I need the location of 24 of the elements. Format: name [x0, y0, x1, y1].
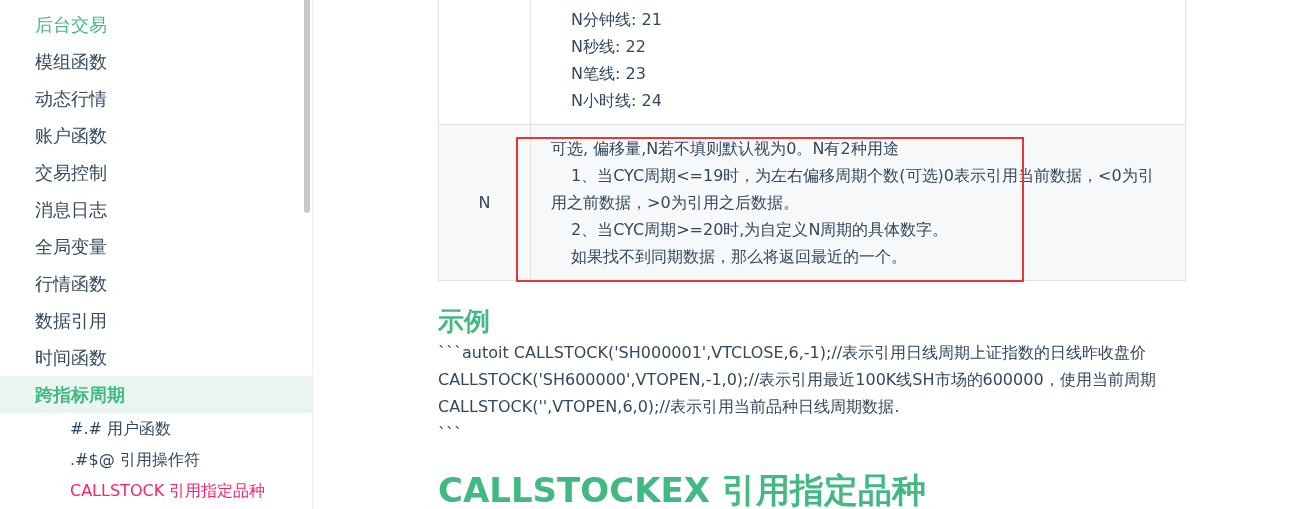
section-heading: CALLSTOCKEX 引用指定品种	[438, 469, 927, 509]
table-cell: N	[438, 124, 531, 281]
description-line: N小时线: 24	[570, 90, 663, 112]
scrollbar-thumb[interactable]	[304, 0, 310, 213]
sidebar-item[interactable]: 数据引用	[0, 302, 312, 339]
section-heading: 示例	[438, 305, 491, 338]
sidebar-item[interactable]: 行情函数	[0, 265, 312, 302]
sidebar-item[interactable]: 账户函数	[0, 117, 312, 154]
description-line: N笔线: 23	[570, 63, 647, 85]
sidebar-subitem[interactable]: .#$@ 引用操作符	[0, 444, 312, 475]
sidebar-item[interactable]: 全局变量	[0, 228, 312, 265]
description-line: N秒线: 22	[570, 36, 647, 58]
sidebar-item[interactable]: 交易控制	[0, 154, 312, 191]
description-line: 可选, 偏移量,N若不填则默认视为0。N有2种用途	[551, 138, 900, 160]
description-line: 2、当CYC周期>=20时,为自定义N周期的具体数字。	[570, 219, 950, 241]
sidebar-subitem[interactable]: #.# 用户函数	[0, 413, 312, 444]
sidebar-item[interactable]: 时间函数	[0, 339, 312, 376]
description-line: N分钟线: 21	[570, 9, 663, 31]
sidebar-item[interactable]: 动态行情	[0, 80, 312, 117]
sidebar-item[interactable]: 消息日志	[0, 191, 312, 228]
example-code-text: ```autoit CALLSTOCK('SH000001',VTCLOSE,6,-1);//表示引用日线周期上证指数的日线昨收盘价 CALLSTOCK('SH600000',VTOPEN,-1,0);//表示引用最近100K线SH市场的600000，使用当前周期 CALLSTOCK('',VTOPEN,6,0);//表示引用当前品种日线周期数据. ```	[438, 342, 1157, 445]
sidebar-item[interactable]: 模组函数	[0, 43, 312, 80]
sidebar-subitem[interactable]: CALLSTOCK 引用指定品种	[0, 475, 312, 506]
description-line: 如果找不到同期数据，那么将返回最近的一个。	[570, 246, 908, 268]
